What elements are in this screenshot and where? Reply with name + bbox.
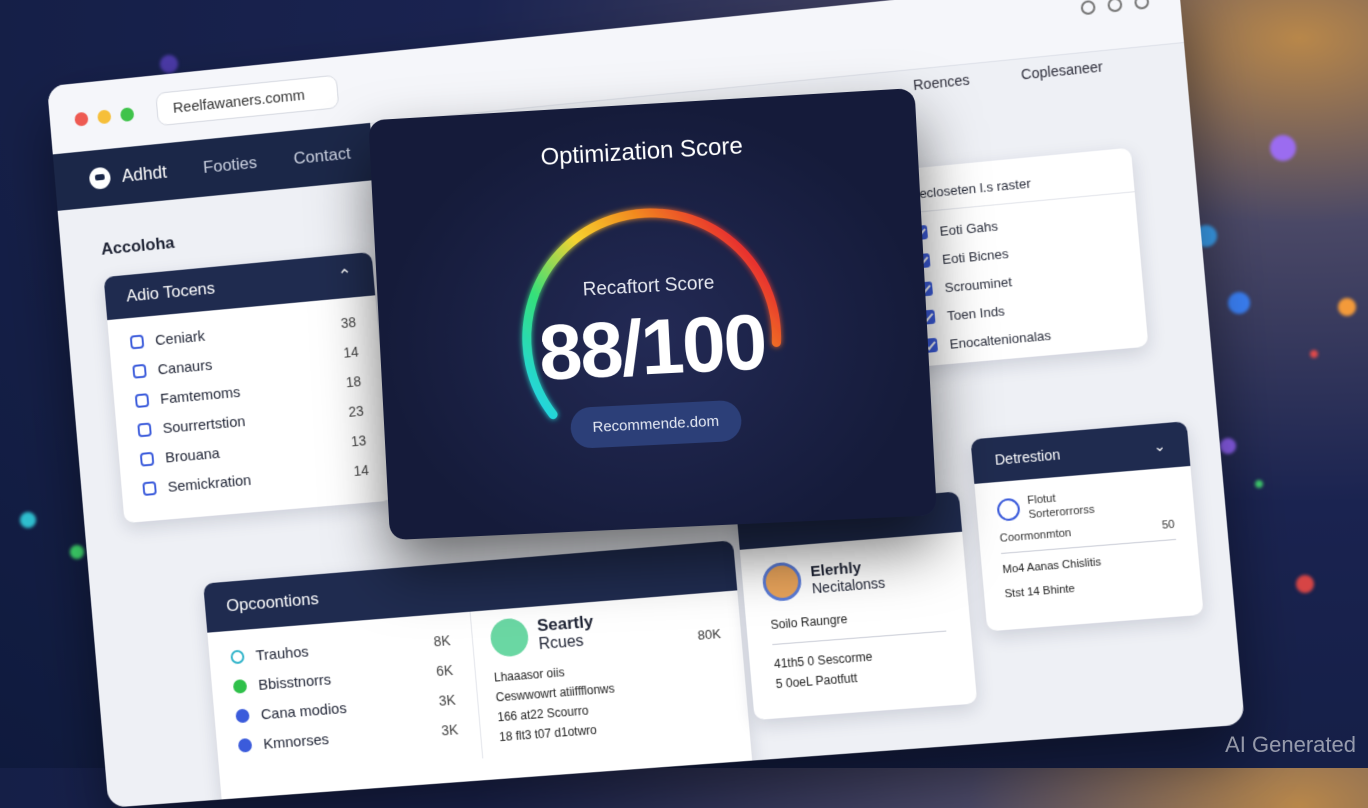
detection-row-value: 50 [1162,519,1176,532]
opportunities-title: Opcoontions [226,589,320,616]
optimization-score-modal: Optimization Score Recaftort Score 88/10… [368,88,937,540]
item-label: Kmnorses [263,731,330,753]
item-value: 6K [435,662,453,679]
bokeh-particle [1220,438,1236,454]
address-bar[interactable]: Reelfawaners.comm [155,75,339,127]
checklist-label: Scrouminet [944,274,1012,295]
item-icon [130,335,145,350]
search-card: Seartly Rcues 80K Lhaaasor oiis Ceswwowr… [470,590,751,758]
bokeh-particle [1270,135,1296,161]
user-icon [996,498,1020,522]
item-value: 13 [350,432,367,449]
bokeh-particle [1338,298,1356,316]
top-link-roences[interactable]: Roences [912,72,970,94]
brand-name[interactable]: Adhdt [121,161,168,186]
robot-avatar-icon [489,617,530,658]
bokeh-particle [1310,350,1318,358]
bokeh-particle [1296,575,1314,593]
circle-icon[interactable] [1107,0,1123,13]
item-value: 3K [441,721,459,738]
item-label: Famtemoms [160,383,241,407]
item-label: Ceniark [154,327,205,348]
item-value: 38 [340,314,357,331]
bokeh-particle [70,545,84,559]
nav-link-footies[interactable]: Footies [202,153,257,178]
item-icon [140,452,155,467]
item-icon [137,422,152,437]
item-label: Bbisstnorrs [258,671,332,693]
close-window-button[interactable] [74,112,88,127]
item-icon [235,708,250,723]
detection-card: Detrestion ⌄ Flotut Sorterorrorss Coormo… [970,421,1203,631]
checklist-label: Eoti Gahs [939,218,999,239]
item-icon [233,679,248,694]
robot-logo-icon [89,166,112,190]
item-value: 3K [438,692,456,709]
detection-title: Detrestion [994,446,1061,468]
collapse-icon[interactable]: ⌃ [337,266,353,287]
bokeh-particle [20,512,36,528]
ai-generated-watermark: AI Generated [1225,732,1356,758]
item-label: Cana modios [260,700,347,723]
tokens-card-title: Adio Tocens [126,279,216,307]
bokeh-particle [160,55,178,73]
bokeh-particle [1255,480,1263,488]
circle-icon[interactable] [1080,0,1096,15]
search-card-value: 80K [697,626,721,643]
item-icon [230,650,245,665]
item-icon [238,738,253,753]
search-card-subtitle: Rcues [538,632,596,654]
minimize-window-button[interactable] [97,109,112,124]
item-label: Sourrertstion [162,413,246,437]
checklist-label: Enocaltenionalas [949,327,1052,351]
item-label: Brouana [165,445,221,466]
item-value: 14 [353,462,370,479]
item-value: 23 [348,403,365,420]
window-controls [1080,0,1149,15]
circle-icon[interactable] [1134,0,1150,10]
item-icon [142,481,157,496]
nav-link-contact[interactable]: Contact [293,144,352,169]
person-avatar [761,561,803,602]
item-value: 8K [433,632,451,649]
profile-card: Elerhly Necitalonss Soilo Raungre 41th5 … [736,491,977,720]
item-label: Canaurs [157,356,213,378]
modal-title: Optimization Score [370,122,918,182]
recommendations-button[interactable]: Recommende.dom [570,400,742,449]
top-link-coplesaneer[interactable]: Coplesaneer [1020,58,1103,82]
bokeh-particle [1228,292,1250,314]
detection-row-label: Coormonmton [999,527,1072,545]
section-heading: Accoloha [100,233,175,260]
checklist-label: Eoti Bicnes [941,245,1009,266]
item-icon [135,393,150,408]
checklist-label: Toen Inds [946,303,1005,323]
maximize-window-button[interactable] [120,107,135,122]
tokens-card: Adio Tocens ⌃ Ceniark 38 Canaurs 14 Famtem… [104,252,393,523]
item-label: Trauhos [255,643,309,664]
item-icon [132,364,147,379]
item-value: 18 [345,373,362,390]
item-label: Semickration [167,472,252,496]
item-value: 14 [343,344,360,361]
chevron-down-icon[interactable]: ⌄ [1153,437,1167,455]
